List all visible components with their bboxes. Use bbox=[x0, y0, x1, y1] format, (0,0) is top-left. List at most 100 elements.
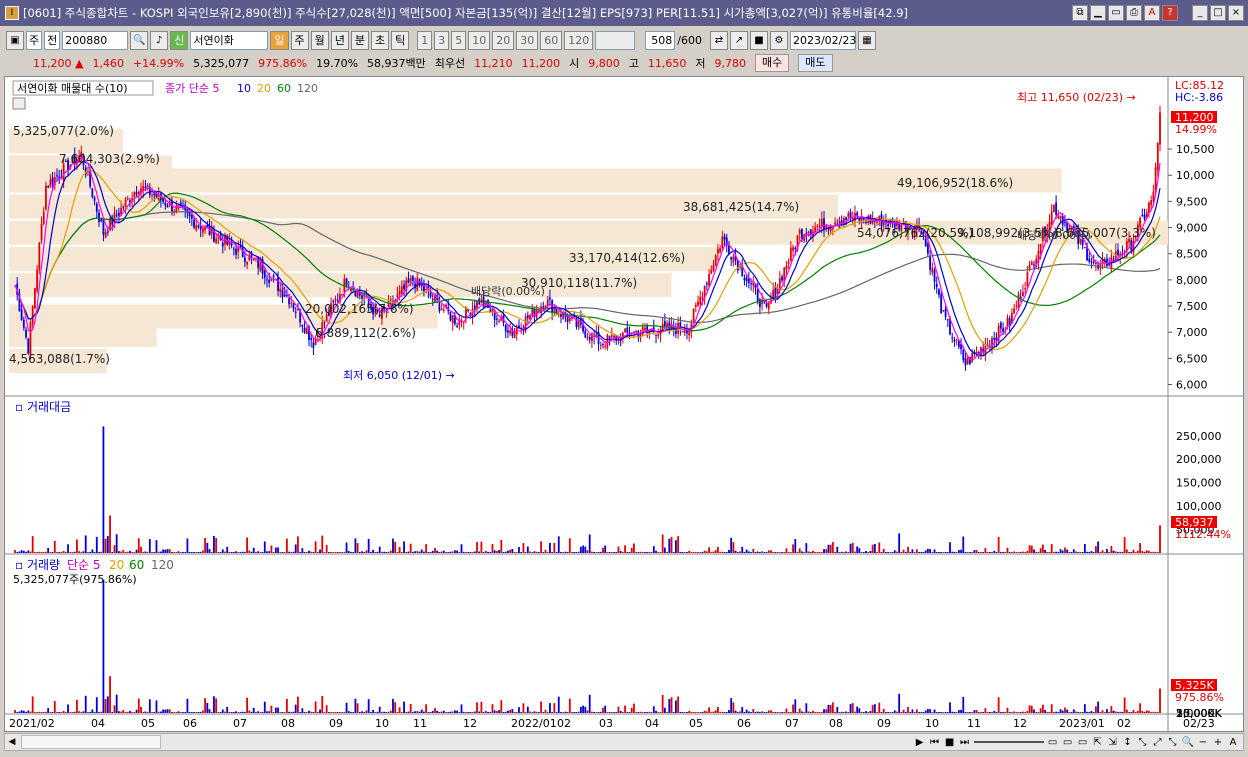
volume-bar bbox=[728, 710, 730, 713]
volume-bar bbox=[909, 712, 912, 713]
volume-bar bbox=[1159, 688, 1161, 713]
volume-bar bbox=[703, 710, 706, 713]
volume-bar bbox=[51, 712, 54, 713]
range-slider[interactable] bbox=[973, 741, 1044, 743]
period-minute[interactable]: 분 bbox=[350, 30, 369, 50]
volume-bar bbox=[896, 711, 898, 713]
amount-bar bbox=[1064, 547, 1066, 553]
candle-body bbox=[759, 299, 761, 308]
speaker-icon[interactable]: ♪ bbox=[150, 30, 169, 50]
zoom-in-icon[interactable]: + bbox=[1212, 737, 1224, 748]
chart-type-icon[interactable]: ↗ bbox=[729, 30, 748, 50]
restore-panel-icon[interactable]: ▭ bbox=[1108, 5, 1124, 21]
amount-bar bbox=[146, 552, 149, 553]
sell-button[interactable]: 매도 bbox=[798, 54, 833, 72]
amount-bar bbox=[301, 548, 304, 553]
minute-3[interactable]: 3 bbox=[434, 30, 450, 50]
minimize-button[interactable]: _ bbox=[1192, 5, 1208, 21]
minute-1[interactable]: 1 bbox=[417, 30, 433, 50]
volume-bar bbox=[595, 712, 598, 713]
minute-30[interactable]: 30 bbox=[516, 30, 539, 50]
volume-bar bbox=[1136, 710, 1139, 713]
step-back-icon[interactable]: ⏮ bbox=[929, 737, 941, 748]
scroll-left-icon[interactable]: ◀ bbox=[5, 737, 19, 747]
tool-icon-8[interactable]: ⤢ bbox=[1152, 737, 1164, 748]
volume-bar bbox=[20, 710, 23, 713]
chart-area[interactable]: 10,500 10,000 9,500 9,000 8,500 8,000 7,500 7,0… bbox=[4, 76, 1244, 732]
volume-bar bbox=[860, 712, 863, 713]
amount-bar bbox=[270, 545, 273, 553]
font-size-icon[interactable]: A bbox=[1227, 737, 1239, 748]
tool-icon-1[interactable]: ▭ bbox=[1047, 737, 1059, 748]
tool-icon-4[interactable]: ⇱ bbox=[1092, 737, 1104, 748]
volume-bar bbox=[803, 712, 806, 713]
period-second[interactable]: 초 bbox=[371, 30, 390, 50]
market-select[interactable]: 주 bbox=[26, 30, 43, 50]
stock-select-icon[interactable]: ▣ bbox=[6, 30, 24, 50]
tool-icon-6[interactable]: ↕ bbox=[1122, 737, 1134, 748]
period-week[interactable]: 주 bbox=[290, 30, 309, 50]
count-input[interactable]: 508 bbox=[645, 30, 676, 50]
minute-10[interactable]: 10 bbox=[468, 30, 491, 50]
scroll-thumb[interactable] bbox=[21, 735, 161, 749]
volume-bar bbox=[16, 712, 19, 713]
play-icon[interactable]: ▶ bbox=[914, 737, 926, 748]
volume-bar bbox=[184, 712, 187, 713]
minimize-panel-icon[interactable]: ▁ bbox=[1090, 5, 1106, 21]
minute-20[interactable]: 20 bbox=[492, 30, 515, 50]
volume-bar bbox=[491, 704, 494, 713]
calendar-icon[interactable]: ▦ bbox=[857, 30, 876, 50]
amount-bar bbox=[655, 550, 657, 553]
stock-chart-svg[interactable]: 10,500 10,000 9,500 9,000 8,500 8,000 7,500 7,0… bbox=[5, 77, 1243, 731]
minute-5[interactable]: 5 bbox=[451, 30, 467, 50]
tool-icon-3[interactable]: ▭ bbox=[1077, 737, 1089, 748]
close-button[interactable]: × bbox=[1228, 5, 1244, 21]
amount-bar bbox=[918, 552, 920, 553]
search-icon[interactable]: 🔍 bbox=[130, 30, 149, 50]
stop-icon[interactable]: ■ bbox=[944, 737, 956, 748]
volume-bar bbox=[283, 712, 286, 713]
buy-button[interactable]: 매수 bbox=[755, 54, 790, 72]
tool-icon-9[interactable]: ⤡ bbox=[1167, 737, 1179, 748]
maximize-button[interactable]: □ bbox=[1210, 5, 1226, 21]
zoom-icon[interactable]: 🔍 bbox=[1182, 737, 1194, 748]
amount-bar bbox=[215, 538, 218, 553]
tool-icon-7[interactable]: ⤡ bbox=[1137, 737, 1149, 748]
amount-bar bbox=[1052, 552, 1055, 553]
volume-bar bbox=[717, 707, 719, 713]
candle-body bbox=[117, 212, 120, 216]
period-tick[interactable]: 틱 bbox=[391, 30, 410, 50]
step-forward-icon[interactable]: ⏭ bbox=[959, 737, 971, 748]
candle-body bbox=[944, 308, 947, 318]
volume-bar bbox=[104, 699, 107, 713]
zoom-out-icon[interactable]: − bbox=[1197, 737, 1209, 748]
candle-body bbox=[354, 292, 357, 297]
link-icon[interactable]: ⧉ bbox=[1072, 5, 1088, 21]
period-month[interactable]: 월 bbox=[310, 30, 329, 50]
print-icon[interactable]: ⎙ bbox=[1126, 5, 1142, 21]
amount-bar bbox=[988, 551, 991, 553]
minute-60[interactable]: 60 bbox=[540, 30, 563, 50]
amount-bar bbox=[458, 552, 461, 553]
x-axis-label: 10 bbox=[375, 717, 389, 730]
help-icon[interactable]: ? bbox=[1162, 5, 1178, 21]
amount-rate-label: 1112.44% bbox=[1175, 528, 1231, 541]
volume-bar bbox=[445, 712, 447, 713]
transfer-icon[interactable]: ⇄ bbox=[709, 30, 728, 50]
font-icon[interactable]: A bbox=[1144, 5, 1160, 21]
tool-icon-5[interactable]: ⇲ bbox=[1107, 737, 1119, 748]
save-icon[interactable]: ■ bbox=[749, 30, 768, 50]
interval-spinner[interactable] bbox=[595, 30, 636, 50]
stock-code-input[interactable]: 200880 bbox=[62, 30, 129, 50]
settings-icon[interactable]: ⚙ bbox=[769, 30, 788, 50]
date-input[interactable]: 2023/02/23 bbox=[789, 30, 856, 50]
volume-bar bbox=[522, 703, 525, 713]
chart-scrollbar[interactable]: ◀ ▶ ⏮ ■ ⏭ ▭ ▭ ▭ ⇱ ⇲ ↕ ⤡ ⤢ ⤡ 🔍 − + A bbox=[4, 733, 1244, 751]
volume-bar bbox=[213, 696, 215, 713]
minute-120[interactable]: 120 bbox=[564, 30, 594, 50]
market-type-select[interactable]: 전 bbox=[44, 30, 61, 50]
period-day[interactable]: 일 bbox=[270, 30, 289, 50]
tool-icon-2[interactable]: ▭ bbox=[1062, 737, 1074, 748]
period-year[interactable]: 년 bbox=[330, 30, 349, 50]
amount-bar bbox=[213, 535, 215, 553]
